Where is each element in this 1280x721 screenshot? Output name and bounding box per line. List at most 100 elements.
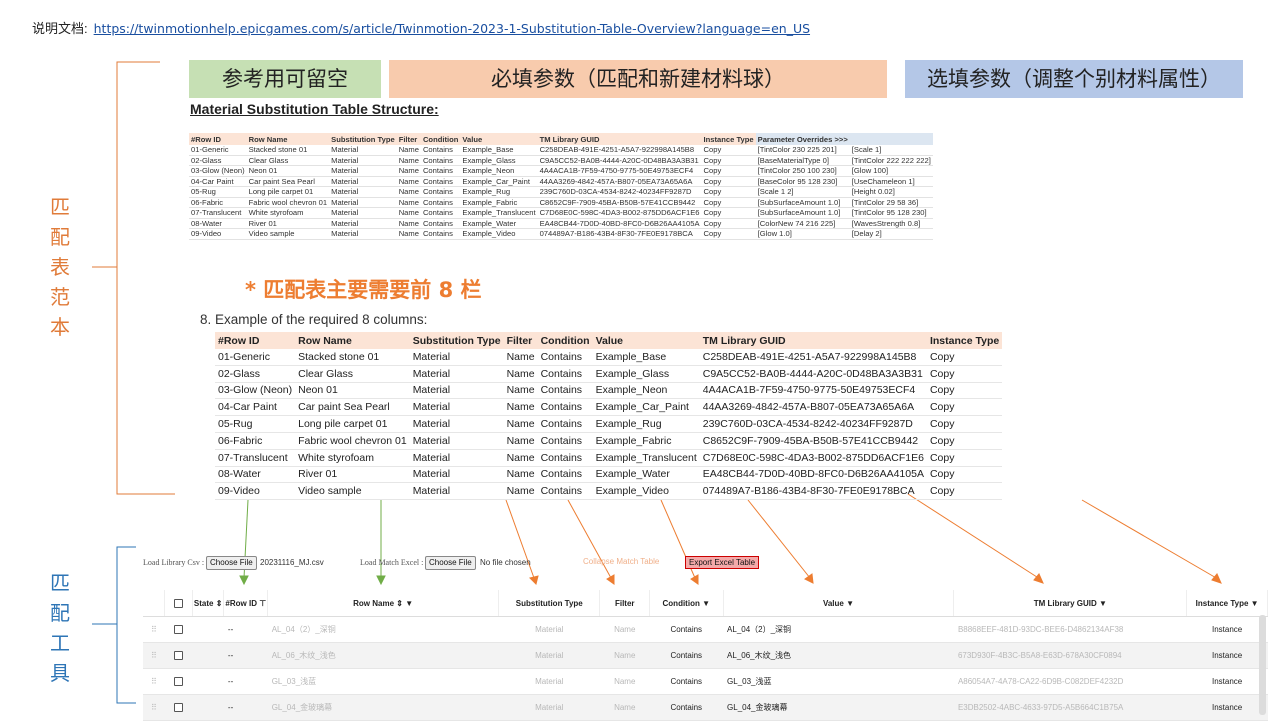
filter-icon[interactable]: ▼ <box>846 599 854 608</box>
export-excel-button[interactable]: Export Excel Table <box>685 556 760 569</box>
structure-table-cell: [SubSurfaceAmount 1.0] <box>755 197 850 208</box>
structure-table-cell: Name <box>396 197 421 208</box>
sort-icon[interactable]: ⇕ <box>396 599 403 608</box>
structure-table-cell: 08-Water <box>189 218 247 229</box>
example-table-cell: Material <box>409 482 504 501</box>
structure-table-cell: Material <box>329 176 397 187</box>
example-table-cell: Neon 01 <box>295 382 410 400</box>
structure-table-cell: Material <box>329 207 397 219</box>
example-table-cell: Name <box>503 482 538 501</box>
row-name-column-header[interactable]: Row Name ⇕ ▼ <box>267 590 500 617</box>
state-column-header[interactable]: State ⇕ <box>192 590 225 617</box>
example-table-cell: Material <box>409 398 504 417</box>
structure-table-cell: Copy <box>701 176 756 187</box>
checkbox[interactable] <box>174 598 184 608</box>
drag-handle-icon[interactable]: ⠿ <box>151 677 157 686</box>
checkbox[interactable] <box>174 651 184 661</box>
match-table-row[interactable]: ⠿ -- GL_04_金玻璃幕 Material Name Contains GL_04_金… <box>143 694 1268 721</box>
structure-table-cell: 04-Car Paint <box>189 176 247 187</box>
structure-table-cell: Name <box>396 228 421 240</box>
instance-column-header[interactable]: Instance Type ▼ <box>1186 590 1268 617</box>
filter-icon[interactable]: ▼ <box>1099 599 1107 608</box>
value-column-header[interactable]: Value ▼ <box>723 590 955 617</box>
structure-table-cell: River 01 <box>246 218 330 229</box>
drag-handle-icon[interactable]: ⠿ <box>151 703 157 712</box>
guid-column-header[interactable]: TM Library GUID ▼ <box>953 590 1188 617</box>
match-table-row[interactable]: ⠿ -- GL_03_浅蓝 Material Name Contains GL_03_浅蓝 A… <box>143 668 1268 695</box>
structure-table-cell: 03-Glow (Neon) <box>189 165 247 177</box>
example-table-cell: Contains <box>537 432 593 450</box>
filter-icon[interactable]: ▼ <box>405 599 413 608</box>
row-name-cell: GL_03_浅蓝 <box>267 668 499 695</box>
structure-table-cell: 239C760D-03CA-4534-8242-40234FF9287D <box>537 186 702 198</box>
example-table-cell: Copy <box>926 415 1003 433</box>
condition-cell: Contains <box>649 642 724 669</box>
row-checkbox-cell[interactable] <box>164 642 193 669</box>
library-choose-file-button[interactable]: Choose File <box>206 556 257 570</box>
structure-table-cell: Long pile carpet 01 <box>246 186 330 198</box>
structure-table-cell: Name <box>396 165 421 177</box>
filter-icon[interactable]: ▼ <box>702 599 710 608</box>
example-table-cell: Contains <box>537 449 593 467</box>
drag-handle-cell[interactable]: ⠿ <box>143 694 165 721</box>
structure-table-cell: Stacked stone 01 <box>246 145 330 156</box>
drag-handle-cell[interactable]: ⠿ <box>143 642 165 669</box>
structure-table-cell: [Height 0.02] <box>849 186 933 198</box>
structure-table-cell: [SubSurfaceAmount 1.0] <box>755 207 850 219</box>
table-scrollbar[interactable] <box>1259 615 1266 715</box>
drag-handle-cell[interactable]: ⠿ <box>143 668 165 695</box>
structure-column-header: Condition <box>420 133 461 145</box>
structure-table-row: 06-Fabric Fabric wool chevron 01 Material N… <box>189 197 933 208</box>
structure-table-cell: Name <box>396 218 421 229</box>
structure-table-cell: C9A5CC52-BA0B-4444-A20C-0D48BA3A3B31 <box>537 155 702 166</box>
structure-table-cell: [Scale 1 2] <box>755 186 850 198</box>
example-table-cell: Name <box>503 466 538 484</box>
select-all-checkbox[interactable] <box>164 590 193 617</box>
example-table-cell: Copy <box>926 432 1003 450</box>
structure-table-cell: Video sample <box>246 228 330 240</box>
example-table-cell: Example_Glass <box>592 365 700 383</box>
filter-icon[interactable]: ▼ <box>1251 599 1259 608</box>
example-table-cell: Copy <box>926 482 1003 501</box>
guid-cell: E3DB2502-4ABC-4633-97D5-A5B664C1B75A <box>953 694 1187 721</box>
row-checkbox-cell[interactable] <box>164 616 193 643</box>
checkbox[interactable] <box>174 677 184 687</box>
filter-cell: Name <box>599 668 650 695</box>
example-table-cell: C8652C9F-7909-45BA-B50B-57E41CCB9442 <box>699 432 927 450</box>
drag-handle-icon[interactable]: ⠿ <box>151 651 157 660</box>
match-table-row[interactable]: ⠿ -- AL_04（2）_深铜 Material Name Contains AL_04（… <box>143 616 1268 643</box>
structure-table-cell: Material <box>329 197 397 208</box>
example-table-cell: Name <box>503 398 538 417</box>
condition-column-header[interactable]: Condition ▼ <box>649 590 724 617</box>
checkbox[interactable] <box>174 703 184 713</box>
drag-handle-cell[interactable]: ⠿ <box>143 616 165 643</box>
sub-type-column-header[interactable]: Substitution Type <box>498 590 601 617</box>
example-column-header: Instance Type <box>926 332 1003 349</box>
example-table-cell: Example_Neon <box>592 382 700 400</box>
drag-handle-icon[interactable]: ⠿ <box>151 625 157 634</box>
value-cell: AL_06_木纹_浅色 <box>723 642 954 669</box>
example-table-row: 02-Glass Clear Glass Material Name Contains E… <box>215 365 1003 383</box>
filter-header-label: Filter <box>614 598 635 608</box>
row-checkbox-cell[interactable] <box>164 694 193 721</box>
example-table-cell: Copy <box>926 449 1003 467</box>
match-choose-file-button[interactable]: Choose File <box>425 556 476 570</box>
structure-table-cell: Contains <box>420 207 461 219</box>
instance-cell: Instance <box>1186 668 1268 695</box>
row-id-cell: -- <box>223 668 268 695</box>
sort-icon[interactable]: ⇕ <box>216 599 223 608</box>
filter-icon[interactable]: ⊤ <box>259 599 266 608</box>
example-table-cell: Material <box>409 365 504 383</box>
filter-column-header[interactable]: Filter <box>599 590 650 617</box>
collapse-match-table-button[interactable]: Collapse Match Table <box>583 557 659 566</box>
filter-cell: Name <box>599 616 650 643</box>
structure-column-header: Substitution Type <box>329 133 397 145</box>
row-name-header-label: Row Name <box>353 598 395 608</box>
checkbox[interactable] <box>174 625 184 635</box>
match-table-row[interactable]: ⠿ -- AL_06_木纹_浅色 Material Name Contains AL_06_… <box>143 642 1268 669</box>
row-id-column-header[interactable]: #Row ID ⊤ <box>223 590 269 617</box>
example-column-header: #Row ID <box>215 332 296 349</box>
structure-table-cell: [Glow 100] <box>849 165 933 177</box>
example-table-cell: White styrofoam <box>295 449 410 467</box>
row-checkbox-cell[interactable] <box>164 668 193 695</box>
